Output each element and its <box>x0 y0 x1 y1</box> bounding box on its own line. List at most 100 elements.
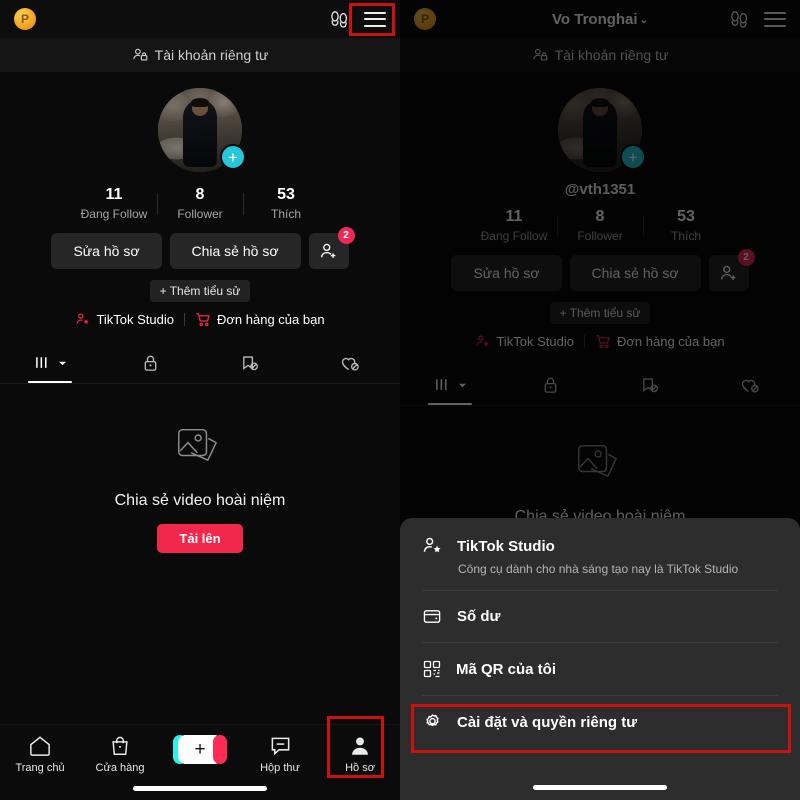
stat-likes-label: Thích <box>670 229 701 244</box>
stat-following-value: 11 <box>505 208 523 225</box>
links-divider <box>584 335 585 349</box>
nav-inbox-label: Hộp thư <box>260 762 300 774</box>
heart-hidden-icon <box>341 357 359 371</box>
footprints-icon[interactable] <box>328 10 350 28</box>
tab-reposts[interactable] <box>600 365 700 405</box>
add-person-icon-button[interactable]: 2 <box>308 227 355 270</box>
qr-code-icon <box>423 660 441 678</box>
stat-followers-value: 8 <box>195 186 205 203</box>
left-topbar: P <box>0 0 400 38</box>
stat-following-value: 11 <box>105 186 123 203</box>
left-empty-state: Chia sẻ video hoài niệm Tải lên <box>0 384 400 554</box>
sheet-item-balance[interactable]: Số dư <box>400 591 800 642</box>
footprints-icon[interactable] <box>728 10 750 28</box>
tiktok-studio-link[interactable]: TikTok Studio <box>475 334 574 349</box>
avatar[interactable]: + <box>158 88 246 172</box>
your-orders-link[interactable]: Đơn hàng của bạn <box>195 312 325 327</box>
tab-reposts[interactable] <box>200 343 300 383</box>
profile-name-label: Vo Tronghai <box>552 10 638 28</box>
share-profile-button[interactable]: Chia sẻ hồ sơ <box>169 233 301 270</box>
your-orders-label: Đơn hàng của bạn <box>617 334 725 350</box>
wallet-icon <box>423 610 441 623</box>
nav-shop-label: Cửa hàng <box>95 762 145 774</box>
bookmark-hidden-icon <box>643 378 658 393</box>
coin-balance-icon[interactable]: P <box>14 8 36 30</box>
add-avatar-plus-icon[interactable]: + <box>220 144 246 170</box>
private-person-lock-icon <box>133 48 148 61</box>
nav-profile-label: Hồ sơ <box>345 762 375 774</box>
tiktok-studio-label: TikTok Studio <box>96 312 174 328</box>
grid-posts-icon <box>35 357 47 369</box>
tab-private-posts[interactable] <box>500 365 600 405</box>
hamburger-menu-icon[interactable] <box>364 11 386 27</box>
shopping-cart-icon <box>196 313 210 327</box>
sheet-item-subtitle: Công cụ dành cho nhà sáng tạo nay là Tik… <box>458 562 739 576</box>
inbox-message-icon <box>271 737 289 756</box>
upload-button[interactable]: Tải lên <box>157 524 243 554</box>
stat-followers[interactable]: 8 Follower <box>558 208 643 243</box>
nav-create[interactable]: + <box>160 735 240 764</box>
photo-stack-icon <box>178 429 217 462</box>
creator-star-icon <box>476 335 490 347</box>
tiktok-studio-label: TikTok Studio <box>496 334 574 350</box>
left-content-tabs <box>0 343 400 385</box>
profile-person-icon <box>352 737 368 755</box>
home-indicator <box>133 786 267 791</box>
right-phone-screen: P Vo Tronghai ⌄ Tài khoản riêng tư + @vt… <box>400 0 800 800</box>
nav-shop[interactable]: Cửa hàng <box>80 735 160 774</box>
coin-balance-icon[interactable]: P <box>414 8 436 30</box>
add-bio-button[interactable]: + Thêm tiểu sử <box>149 280 251 303</box>
lock-icon <box>544 377 556 393</box>
add-person-badge: 2 <box>737 249 755 267</box>
tab-private-posts[interactable] <box>100 343 200 383</box>
private-person-lock-icon <box>533 48 548 61</box>
nav-home[interactable]: Trang chủ <box>0 735 80 774</box>
profile-handle: @vth1351 <box>564 181 636 198</box>
nav-profile[interactable]: Hồ sơ <box>320 735 400 774</box>
lock-icon <box>144 355 156 371</box>
tab-liked[interactable] <box>700 365 800 405</box>
right-stats-row: 11 Đang Follow 8 Follower 53 Thích <box>400 208 800 243</box>
stat-following[interactable]: 11 Đang Follow <box>472 208 557 243</box>
private-account-banner: Tài khoản riêng tư <box>400 38 800 72</box>
stat-likes[interactable]: 53 Thích <box>644 208 729 243</box>
right-content-tabs <box>400 365 800 407</box>
gear-icon <box>426 714 439 727</box>
left-links-row: TikTok Studio Đơn hàng của bạn <box>0 312 400 327</box>
avatar[interactable]: + <box>558 88 646 172</box>
nav-inbox[interactable]: Hộp thư <box>240 735 320 774</box>
hamburger-menu-icon[interactable] <box>764 11 786 27</box>
edit-profile-button[interactable]: Sửa hồ sơ <box>451 255 562 292</box>
add-bio-button[interactable]: + Thêm tiểu sử <box>549 302 651 325</box>
screenshot-stage: P Tài khoản riêng tư + 11 Đang Follow 8 … <box>0 0 800 800</box>
add-person-icon-button[interactable]: 2 <box>708 249 755 292</box>
right-topbar: P Vo Tronghai ⌄ <box>400 0 800 38</box>
bookmark-hidden-icon <box>243 356 258 371</box>
tab-liked[interactable] <box>300 343 400 383</box>
your-orders-link[interactable]: Đơn hàng của bạn <box>595 334 725 349</box>
stat-followers-value: 8 <box>595 208 605 225</box>
sheet-item-title: Số dư <box>457 608 501 625</box>
right-links-row: TikTok Studio Đơn hàng của bạn <box>400 334 800 349</box>
tab-grid-posts[interactable] <box>400 365 500 406</box>
private-account-banner: Tài khoản riêng tư <box>0 38 400 72</box>
stat-likes-value: 53 <box>277 186 295 203</box>
edit-profile-button[interactable]: Sửa hồ sơ <box>51 233 162 270</box>
sheet-item-my-qr[interactable]: Mã QR của tôi <box>400 643 800 695</box>
sheet-item-tiktok-studio[interactable]: TikTok Studio Công cụ dành cho nhà sáng … <box>400 518 800 590</box>
tiktok-studio-link[interactable]: TikTok Studio <box>75 312 174 327</box>
grid-posts-icon <box>435 379 447 391</box>
add-avatar-plus-icon[interactable]: + <box>620 144 646 170</box>
stat-followers[interactable]: 8 Follower <box>158 186 243 221</box>
stat-following-label: Đang Follow <box>80 207 148 222</box>
stat-likes[interactable]: 53 Thích <box>244 186 329 221</box>
creator-star-icon <box>423 537 441 553</box>
share-profile-button[interactable]: Chia sẻ hồ sơ <box>569 255 701 292</box>
add-person-icon <box>720 266 735 281</box>
sheet-item-settings-privacy[interactable]: Cài đặt và quyền riêng tư <box>400 696 800 749</box>
create-plus-icon[interactable]: + <box>173 735 227 764</box>
tab-grid-posts[interactable] <box>0 343 100 384</box>
left-phone-screen: P Tài khoản riêng tư + 11 Đang Follow 8 … <box>0 0 400 800</box>
right-profile-actions: Sửa hồ sơ Chia sẻ hồ sơ 2 <box>400 249 800 292</box>
stat-following[interactable]: 11 Đang Follow <box>72 186 157 221</box>
